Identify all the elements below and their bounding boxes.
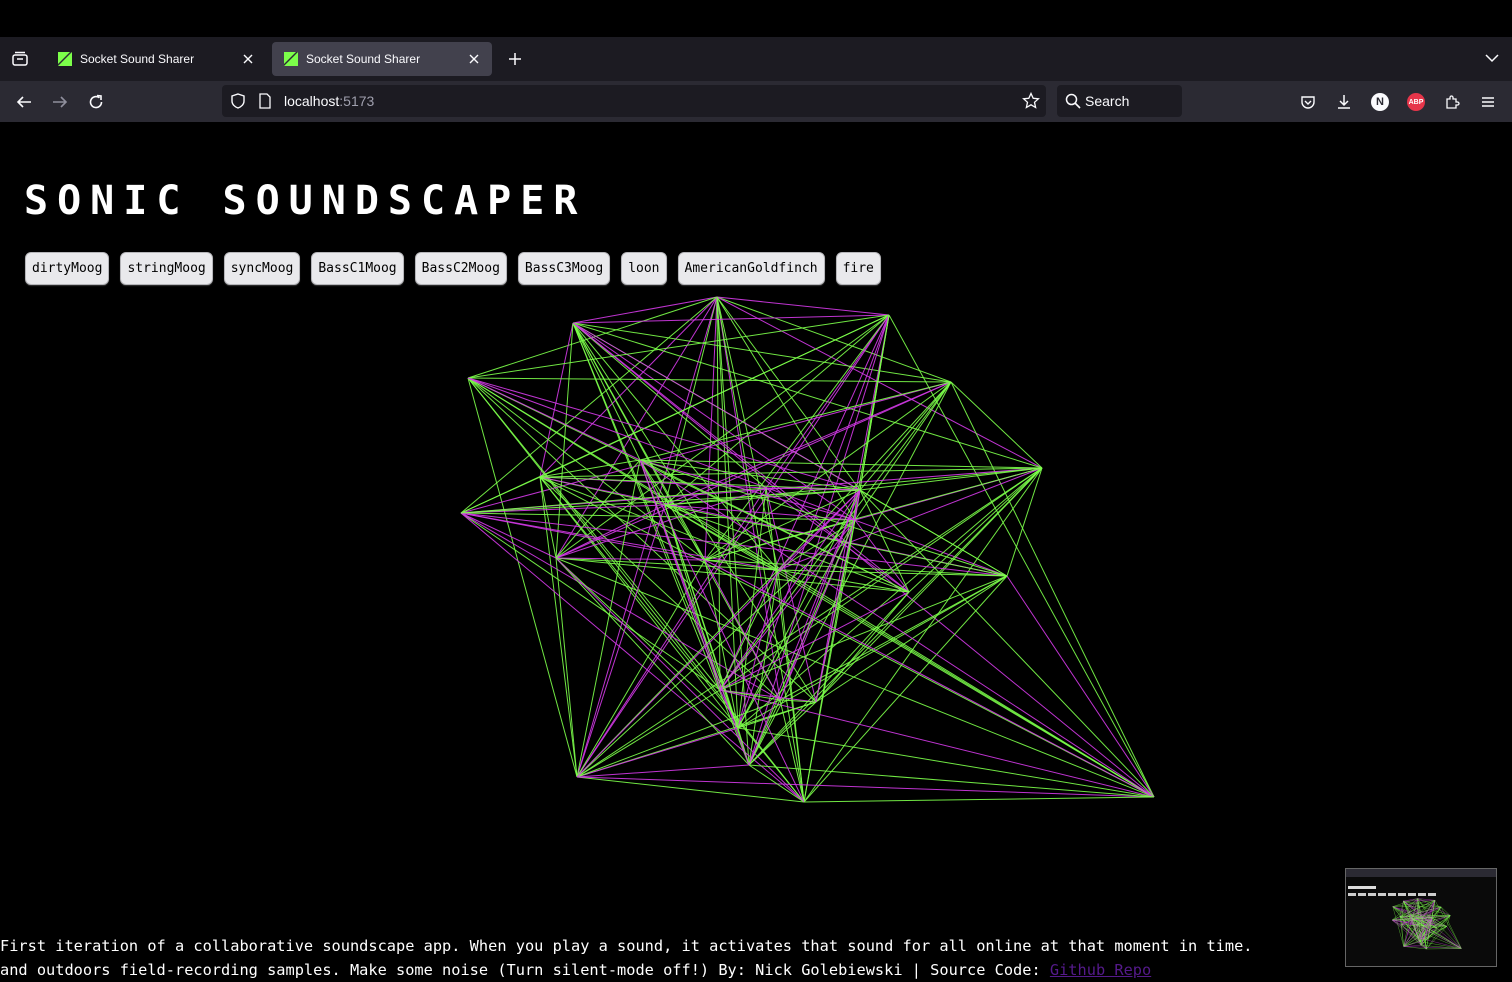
search-bar[interactable] xyxy=(1057,85,1182,117)
sound-button-loon[interactable]: loon xyxy=(621,252,667,285)
connection-line xyxy=(815,575,1008,703)
back-arrow-icon[interactable] xyxy=(12,90,36,114)
adblock-plus-icon[interactable]: ABP xyxy=(1404,90,1428,114)
tab-list-icon[interactable] xyxy=(8,48,32,70)
connection-line xyxy=(555,557,805,803)
connection-line xyxy=(815,467,1043,703)
connection-line xyxy=(859,489,1008,577)
connection-line xyxy=(748,489,861,766)
new-tab-icon[interactable] xyxy=(504,48,526,70)
app-favicon-icon xyxy=(58,52,72,66)
connection-line xyxy=(737,314,890,729)
tab-strip: Socket Sound Sharer Socket Sound Sharer xyxy=(0,37,1512,81)
connection-line xyxy=(704,314,890,561)
tab-active[interactable]: Socket Sound Sharer xyxy=(272,42,492,76)
forward-arrow-icon[interactable] xyxy=(48,90,72,114)
window-top-bar xyxy=(0,0,1512,37)
connection-line xyxy=(572,322,952,383)
search-input[interactable] xyxy=(1085,91,1175,111)
extensions-puzzle-icon[interactable] xyxy=(1440,90,1464,114)
pocket-icon[interactable] xyxy=(1296,90,1320,114)
tab-title: Socket Sound Sharer xyxy=(80,52,195,66)
footer-line-2: and outdoors field-recording samples. Ma… xyxy=(0,961,1152,979)
connection-line xyxy=(748,591,910,766)
connection-line xyxy=(719,467,1043,691)
soundscape-network-visualization xyxy=(460,296,1155,803)
connection-line xyxy=(467,377,641,461)
tab-inactive[interactable]: Socket Sound Sharer xyxy=(46,42,266,76)
chevron-down-icon[interactable] xyxy=(1484,50,1500,66)
reload-icon[interactable] xyxy=(84,90,108,114)
sound-button-fire[interactable]: fire xyxy=(835,252,881,285)
page-content: SONIC SOUNDSCAPER dirtyMoog stringMoog syn… xyxy=(0,122,1512,982)
sound-button-dirtymoog[interactable]: dirtyMoog xyxy=(25,252,110,285)
downloads-icon[interactable] xyxy=(1332,90,1356,114)
connection-line xyxy=(748,764,1155,798)
connection-line xyxy=(460,489,861,514)
search-icon xyxy=(1065,93,1081,109)
close-tab-icon[interactable] xyxy=(240,51,256,67)
address-bar[interactable]: localhost:5173 xyxy=(222,85,1046,117)
sound-button-bassc2moog[interactable]: BassC2Moog xyxy=(414,252,507,285)
page-info-icon[interactable] xyxy=(258,93,272,109)
connection-line xyxy=(765,314,890,489)
hamburger-menu-icon[interactable] xyxy=(1476,90,1500,114)
url-text: localhost:5173 xyxy=(284,93,375,109)
app-favicon-icon xyxy=(284,52,298,66)
sound-button-bassc3moog[interactable]: BassC3Moog xyxy=(517,252,611,285)
connection-line xyxy=(555,557,1155,798)
footer-line-1: First iteration of a collaborative sound… xyxy=(0,937,1253,955)
connection-line xyxy=(803,796,1155,803)
connection-line xyxy=(460,512,557,559)
tab-title: Socket Sound Sharer xyxy=(306,52,421,66)
footer-description: First iteration of a collaborative sound… xyxy=(0,934,1340,982)
connection-line xyxy=(777,381,952,571)
connection-line xyxy=(716,296,952,383)
navigation-toolbar: localhost:5173 N ABP xyxy=(0,81,1512,122)
sound-button-bassc1moog[interactable]: BassC1Moog xyxy=(311,252,404,285)
sound-button-americangoldfinch[interactable]: AmericanGoldfinch xyxy=(677,252,825,285)
connection-line xyxy=(639,459,1155,798)
sound-button-stringmoog[interactable]: stringMoog xyxy=(120,252,213,285)
connection-line xyxy=(748,467,1043,766)
sound-button-row: dirtyMoog stringMoog syncMoog BassC1Moog Bas… xyxy=(25,252,881,285)
connection-line xyxy=(555,557,578,778)
page-thumbnail-preview[interactable] xyxy=(1345,868,1497,967)
tracking-protection-shield-icon[interactable] xyxy=(230,93,246,109)
sound-button-syncmoog[interactable]: syncMoog xyxy=(223,252,301,285)
bookmark-star-icon[interactable] xyxy=(1022,92,1040,110)
connection-line xyxy=(572,322,910,593)
connection-line xyxy=(1006,575,1155,798)
connection-line xyxy=(737,519,856,729)
connection-line xyxy=(639,459,1008,577)
connection-line xyxy=(803,467,1043,803)
github-repo-link[interactable]: Github Repo xyxy=(1050,961,1151,979)
profile-avatar-icon[interactable]: N xyxy=(1368,90,1392,114)
connection-line xyxy=(467,377,578,778)
connection-line xyxy=(539,476,781,701)
page-title: SONIC SOUNDSCAPER xyxy=(24,178,587,224)
connection-line xyxy=(950,381,1043,469)
connection-line xyxy=(467,296,718,379)
close-tab-icon[interactable] xyxy=(466,51,482,67)
